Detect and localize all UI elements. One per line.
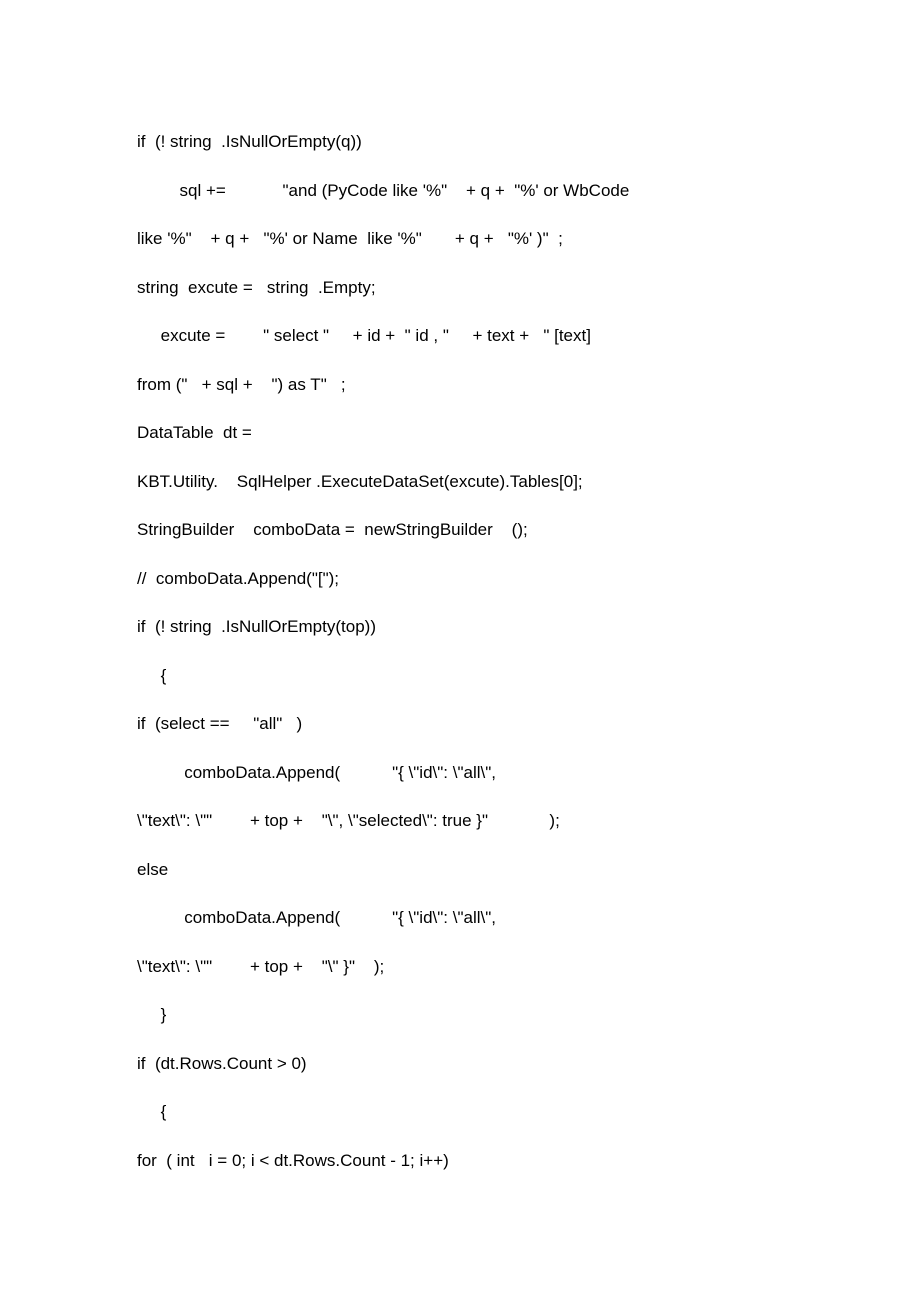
code-line: for ( int i = 0; i < dt.Rows.Count - 1; …	[137, 1150, 449, 1170]
document-page: if (! string .IsNullOrEmpty(q)) sql += "…	[0, 0, 920, 1303]
code-line: StringBuilder comboData = newStringBuild…	[137, 520, 528, 539]
code-line: if (! string .IsNullOrEmpty(q))	[137, 132, 362, 151]
code-line: KBT.Utility. SqlHelper .ExecuteDataSet(e…	[137, 471, 583, 491]
code-line: comboData.Append( "{ \"id\": \"all\",	[137, 762, 496, 782]
code-line: string excute = string .Empty;	[137, 277, 376, 297]
code-line: {	[137, 665, 167, 685]
code-line: like '%" + q + "%' or Name like '%" + q …	[137, 229, 563, 248]
code-line: // comboData.Append("[");	[137, 568, 339, 588]
code-line: DataTable dt =	[137, 423, 252, 442]
code-line: if (dt.Rows.Count > 0)	[137, 1053, 307, 1073]
code-listing: if (! string .IsNullOrEmpty(q)) sql += "…	[137, 118, 837, 1185]
code-line: \"text\": \"" + top + "\" }" );	[137, 956, 385, 976]
code-line: comboData.Append( "{ \"id\": \"all\",	[137, 908, 496, 927]
code-line: if (! string .IsNullOrEmpty(top))	[137, 617, 376, 636]
code-line: sql += "and (PyCode like '%" + q + "%' o…	[137, 180, 630, 200]
code-line: excute = " select " + id + " id , " + te…	[137, 326, 591, 345]
code-line: \"text\": \"" + top + "\", \"selected\":…	[137, 811, 560, 830]
code-line: }	[137, 1005, 167, 1024]
code-line: from (" + sql + ") as T" ;	[137, 374, 346, 394]
code-line: {	[137, 1102, 167, 1121]
code-line: if (select == "all" )	[137, 714, 303, 733]
code-line: else	[137, 859, 169, 879]
